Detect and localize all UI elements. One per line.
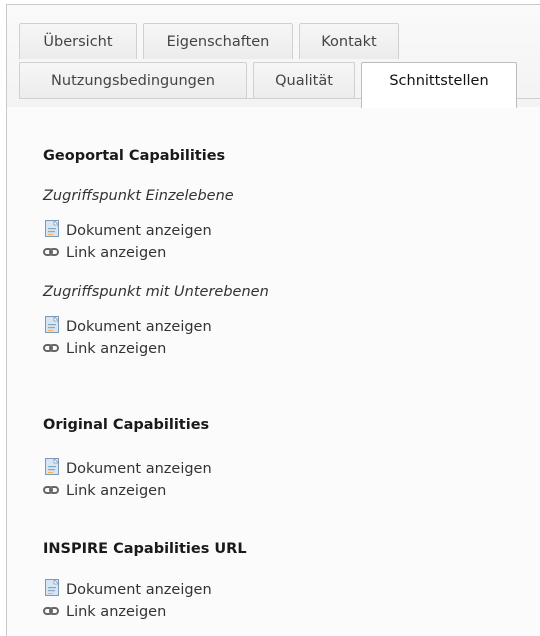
- doc-link-sublayers[interactable]: Dokument anzeigen: [43, 315, 212, 337]
- doc-link-single[interactable]: Dokument anzeigen: [43, 219, 212, 241]
- document-icon: [43, 457, 60, 479]
- doc-link-original[interactable]: Dokument anzeigen: [43, 457, 212, 479]
- tab-qualitaet[interactable]: Qualität: [253, 62, 355, 98]
- tab-row-1: Übersicht Eigenschaften Kontakt: [19, 23, 405, 59]
- tab-kontakt[interactable]: Kontakt: [299, 23, 399, 59]
- url-link-original[interactable]: Link anzeigen: [43, 483, 166, 499]
- doc-link-label[interactable]: Dokument anzeigen: [66, 223, 212, 239]
- url-link-single[interactable]: Link anzeigen: [43, 245, 166, 261]
- doc-link-label[interactable]: Dokument anzeigen: [66, 319, 212, 335]
- document-icon: [43, 219, 60, 241]
- doc-link-label[interactable]: Dokument anzeigen: [66, 461, 212, 477]
- document-icon: [43, 578, 60, 600]
- link-icon: [43, 341, 59, 357]
- link-icon: [43, 245, 59, 261]
- document-icon: [43, 315, 60, 337]
- tab-uebersicht[interactable]: Übersicht: [19, 23, 137, 59]
- url-link-label[interactable]: Link anzeigen: [66, 604, 166, 620]
- url-link-sublayers[interactable]: Link anzeigen: [43, 341, 166, 357]
- link-icon: [43, 483, 59, 499]
- tab-eigenschaften[interactable]: Eigenschaften: [143, 23, 293, 59]
- doc-link-inspire[interactable]: Dokument anzeigen: [43, 578, 212, 600]
- url-link-label[interactable]: Link anzeigen: [66, 245, 166, 261]
- subtitle-with-sublayers: Zugriffspunkt mit Unterebenen: [43, 284, 269, 300]
- tab-row-2: Nutzungsbedingungen Qualität Schnittstel…: [19, 62, 523, 108]
- url-link-label[interactable]: Link anzeigen: [66, 483, 166, 499]
- section-title-geoportal: Geoportal Capabilities: [43, 148, 226, 164]
- section-title-inspire: INSPIRE Capabilities URL: [43, 541, 247, 557]
- url-link-label[interactable]: Link anzeigen: [66, 341, 166, 357]
- subtitle-single-level: Zugriffspunkt Einzelebene: [43, 188, 234, 204]
- section-title-original: Original Capabilities: [43, 417, 210, 433]
- url-link-inspire[interactable]: Link anzeigen: [43, 604, 166, 620]
- tab-nutzungsbedingungen[interactable]: Nutzungsbedingungen: [19, 62, 247, 98]
- link-icon: [43, 604, 59, 620]
- tab-schnittstellen[interactable]: Schnittstellen: [361, 62, 517, 108]
- info-panel: Übersicht Eigenschaften Kontakt Nutzungs…: [6, 4, 540, 636]
- tab-bar: Übersicht Eigenschaften Kontakt Nutzungs…: [7, 5, 540, 108]
- doc-link-label[interactable]: Dokument anzeigen: [66, 582, 212, 598]
